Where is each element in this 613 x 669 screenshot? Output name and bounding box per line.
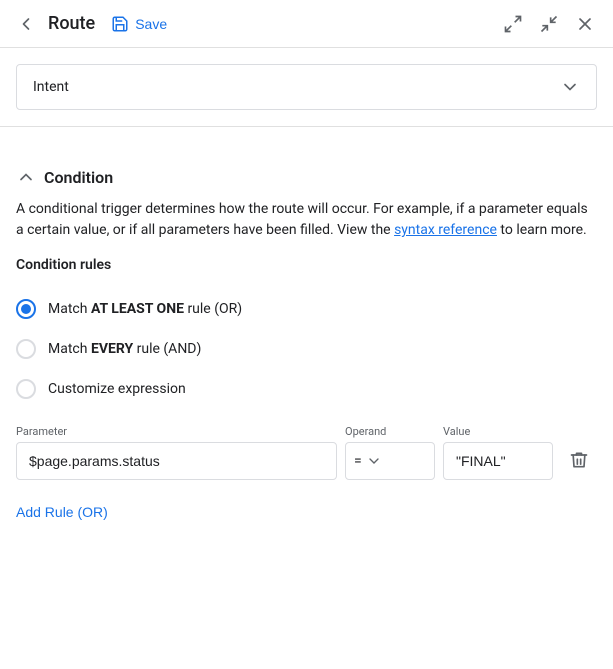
add-rule-button[interactable]: Add Rule (OR) xyxy=(16,496,108,528)
syntax-reference-link[interactable]: syntax reference xyxy=(394,222,497,238)
parameter-label: Parameter xyxy=(16,425,337,438)
header-left: Route Save xyxy=(12,10,489,38)
operand-select[interactable]: = xyxy=(345,442,435,480)
radio-option-or[interactable]: Match AT LEAST ONE rule (OR) xyxy=(16,289,597,329)
spacer xyxy=(0,127,613,151)
parameter-field: Parameter xyxy=(16,425,337,480)
chevron-down-icon xyxy=(560,77,580,97)
section-header[interactable]: Condition xyxy=(16,151,597,199)
trash-icon xyxy=(569,450,589,470)
condition-section: Condition A conditional trigger determin… xyxy=(0,151,613,544)
operand-value: = xyxy=(354,453,362,469)
value-field: Value xyxy=(443,425,553,480)
intent-placeholder: Intent xyxy=(33,79,69,95)
save-label: Save xyxy=(135,16,167,32)
parameter-input[interactable] xyxy=(16,442,337,480)
close-icon xyxy=(575,14,595,34)
radio-option-custom[interactable]: Customize expression xyxy=(16,369,597,409)
save-button[interactable]: Save xyxy=(103,11,175,37)
radio-custom[interactable] xyxy=(16,379,36,399)
save-icon xyxy=(111,15,129,33)
radio-or-inner xyxy=(21,304,31,314)
condition-rules-label: Condition rules xyxy=(16,257,597,273)
condition-description: A conditional trigger determines how the… xyxy=(16,199,597,241)
radio-or[interactable] xyxy=(16,299,36,319)
intent-dropdown[interactable]: Intent xyxy=(16,64,597,110)
close-button[interactable] xyxy=(569,8,601,40)
delete-rule-button[interactable] xyxy=(561,442,597,478)
operand-chevron-icon xyxy=(366,453,382,469)
description-part2: to learn more. xyxy=(497,222,587,238)
header-actions xyxy=(497,8,601,40)
expand-button[interactable] xyxy=(497,8,529,40)
back-button[interactable] xyxy=(12,10,40,38)
intent-section: Intent xyxy=(0,48,613,127)
operand-label: Operand xyxy=(345,425,435,438)
value-label: Value xyxy=(443,425,553,438)
radio-option-and[interactable]: Match EVERY rule (AND) xyxy=(16,329,597,369)
radio-and[interactable] xyxy=(16,339,36,359)
chevron-up-icon xyxy=(16,167,36,187)
rule-row: Parameter Operand = Value xyxy=(16,425,597,480)
collapse-button[interactable] xyxy=(533,8,565,40)
expand-icon xyxy=(503,14,523,34)
value-input[interactable] xyxy=(443,442,553,480)
radio-or-label: Match AT LEAST ONE rule (OR) xyxy=(48,301,242,317)
radio-custom-label: Customize expression xyxy=(48,381,186,397)
section-title: Condition xyxy=(44,168,113,187)
page-title: Route xyxy=(48,13,95,34)
operand-field: Operand = xyxy=(345,425,435,480)
collapse-icon xyxy=(539,14,559,34)
radio-and-label: Match EVERY rule (AND) xyxy=(48,341,201,357)
radio-group: Match AT LEAST ONE rule (OR) Match EVERY… xyxy=(16,289,597,409)
header: Route Save xyxy=(0,0,613,48)
